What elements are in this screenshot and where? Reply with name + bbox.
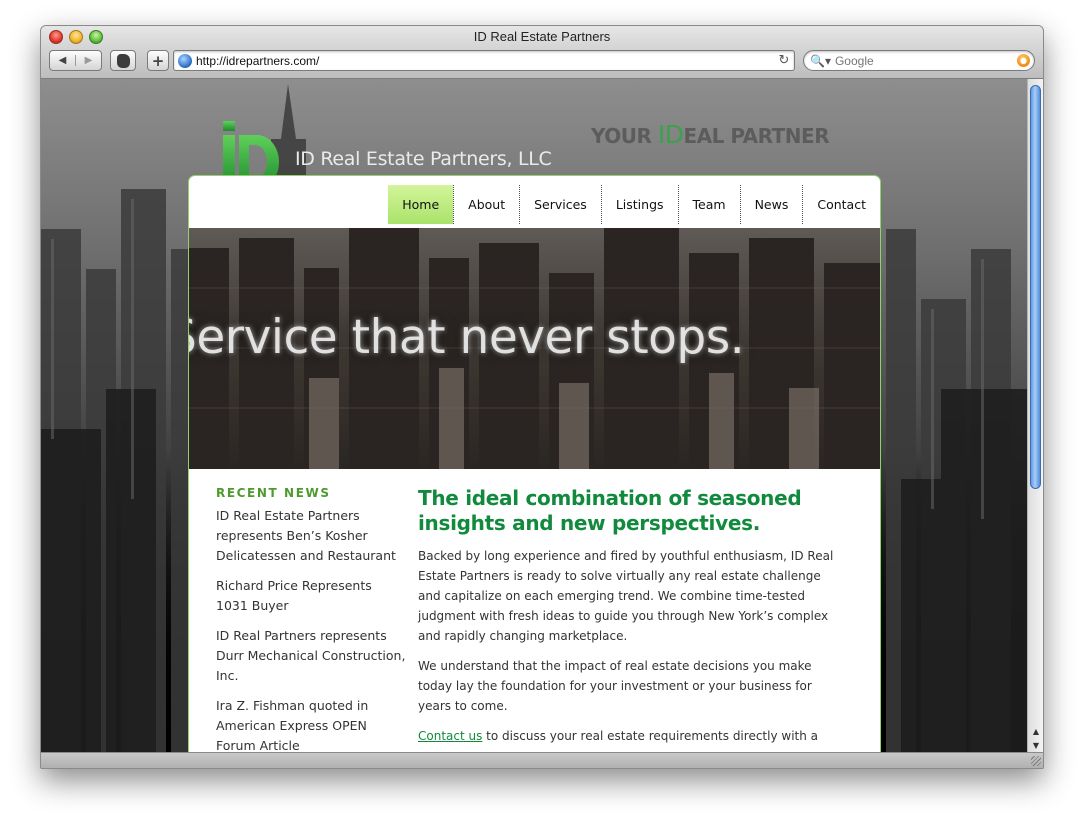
url-input[interactable]: http://idrepartners.com/	[196, 54, 774, 68]
globe-icon	[178, 53, 192, 68]
main-content: The ideal combination of seasoned insigh…	[418, 486, 838, 754]
contact-paragraph: Contact us to discuss your real estate r…	[418, 726, 838, 746]
status-bar	[41, 752, 1043, 768]
window-title: ID Real Estate Partners	[473, 29, 611, 44]
hero-text: Service that never stops.	[189, 310, 880, 365]
news-item[interactable]: Ira Z. Fishman quoted in American Expres…	[216, 696, 406, 754]
site-name: ID Real Estate Partners, LLC	[295, 148, 552, 170]
evernote-button[interactable]	[110, 50, 136, 71]
news-item[interactable]: ID Real Partners represents Durr Mechani…	[216, 626, 406, 686]
address-bar[interactable]: http://idrepartners.com/ ↻	[173, 50, 795, 71]
back-button[interactable]: ◀	[50, 55, 75, 66]
nav-about[interactable]: About	[453, 185, 519, 224]
nav-listings[interactable]: Listings	[600, 185, 678, 224]
contact-paragraph-text: to discuss your real estate requirements…	[482, 729, 819, 743]
hero-banner: Service that never stops.	[189, 228, 880, 469]
nav-news[interactable]: News	[739, 185, 803, 224]
recent-news-heading: RECENT NEWS	[216, 486, 331, 500]
news-item[interactable]: ID Real Estate Partners represents Ben’s…	[216, 506, 406, 566]
resize-grip[interactable]	[1031, 756, 1041, 766]
nav-home[interactable]: Home	[388, 185, 454, 224]
nav-services[interactable]: Services	[519, 185, 601, 224]
nav-team[interactable]: Team	[677, 185, 740, 224]
search-input[interactable]	[834, 53, 1017, 68]
main-nav: Home About Services Listings Team News C…	[388, 185, 880, 224]
contact-us-link[interactable]: Contact us	[418, 729, 482, 743]
page-viewport: ID Real Estate Partners, LLC YOUR IDEAL …	[41, 79, 1029, 754]
news-item[interactable]: Richard Price Represents 1031 Buyer	[216, 576, 406, 616]
search-go-icon[interactable]: ●	[1017, 54, 1030, 67]
search-icon[interactable]: 🔍▾	[810, 54, 831, 68]
tagline-prefix: YOUR	[591, 124, 658, 148]
tagline-id: ID	[657, 120, 684, 149]
impact-paragraph: We understand that the impact of real es…	[418, 659, 812, 713]
scroll-thumb[interactable]	[1030, 85, 1041, 489]
nav-contact[interactable]: Contact	[802, 185, 880, 224]
browser-window: ID Real Estate Partners ◀ ▶ + http://idr…	[40, 25, 1044, 769]
search-field[interactable]: 🔍▾ ●	[803, 50, 1035, 71]
main-heading: The ideal combination of seasoned insigh…	[418, 486, 802, 535]
content-panel: Home About Services Listings Team News C…	[188, 175, 881, 754]
back-forward-buttons: ◀ ▶	[49, 50, 102, 71]
add-bookmark-button[interactable]: +	[147, 50, 169, 71]
recent-news: RECENT NEWS ID Real Estate Partners repr…	[216, 486, 406, 754]
tagline: YOUR IDEAL PARTNER	[591, 120, 830, 149]
scroll-down-arrow[interactable]: ▼	[1028, 739, 1043, 753]
forward-button[interactable]: ▶	[75, 55, 101, 66]
title-bar: ID Real Estate Partners ◀ ▶ + http://idr…	[41, 26, 1043, 79]
vertical-scrollbar[interactable]: ▲ ▼	[1027, 79, 1043, 754]
tagline-suffix: EAL PARTNER	[683, 124, 830, 148]
hero-slogan: Service that never stops.	[189, 310, 745, 365]
evernote-icon	[116, 53, 130, 68]
reload-icon[interactable]: ↻	[774, 53, 794, 68]
scroll-up-arrow[interactable]: ▲	[1028, 725, 1043, 739]
intro-paragraph: Backed by long experience and fired by y…	[418, 549, 834, 643]
